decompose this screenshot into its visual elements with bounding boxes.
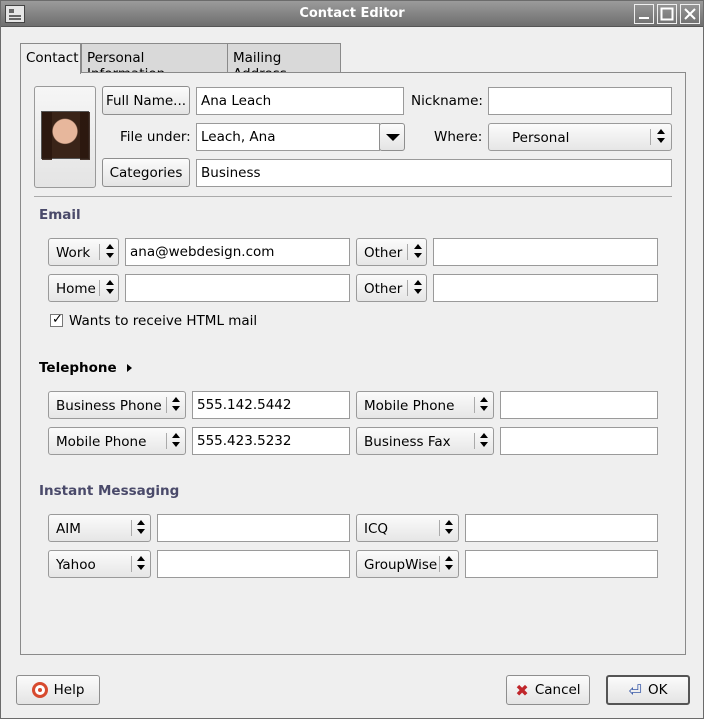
updown-arrows-icon (171, 431, 181, 451)
email-input-2[interactable] (433, 238, 658, 266)
im-input-3[interactable] (157, 550, 350, 578)
close-button[interactable] (680, 4, 700, 24)
im-type-value: ICQ (364, 521, 389, 537)
full-name-button[interactable]: Full Name... (102, 86, 190, 115)
help-button-label: Help (53, 682, 85, 698)
updown-arrows-icon (479, 395, 489, 415)
im-input-1[interactable] (157, 514, 350, 542)
ok-button-label: OK (647, 682, 668, 698)
updown-arrows-icon (413, 278, 423, 298)
maximize-button[interactable] (657, 4, 677, 24)
chevron-down-icon (386, 134, 400, 141)
im-section-title: Instant Messaging (39, 483, 180, 499)
email-type-value: Home (56, 281, 96, 297)
where-select-value: Personal (512, 130, 570, 146)
updown-arrows-icon (136, 518, 146, 538)
im-type-value: Yahoo (56, 557, 96, 573)
im-type-select-3[interactable]: Yahoo (48, 550, 151, 578)
telephone-section-title[interactable]: Telephone (39, 360, 117, 376)
updown-arrows-icon (105, 242, 115, 262)
phone-input-2[interactable] (500, 391, 658, 419)
phone-type-value: Mobile Phone (364, 398, 455, 414)
window-title: Contact Editor (299, 6, 405, 21)
tab-mailing-address[interactable]: Mailing Address (227, 43, 341, 82)
ok-button[interactable]: ⏎ OK (606, 675, 690, 705)
file-under-dropdown-button[interactable] (379, 123, 405, 151)
updown-arrows-icon (105, 278, 115, 298)
im-type-value: AIM (56, 521, 81, 537)
phone-type-value: Business Fax (364, 434, 451, 450)
minimize-button[interactable] (634, 4, 654, 24)
phone-type-value: Business Phone (56, 398, 162, 414)
section-divider (34, 196, 672, 197)
expander-arrow-icon[interactable] (127, 364, 132, 372)
cancel-button-label: Cancel (534, 682, 581, 698)
email-type-select-2[interactable]: Other (356, 238, 427, 266)
phone-input-3[interactable]: 555.423.5232 (192, 427, 350, 455)
contact-photo-button[interactable] (34, 86, 96, 188)
contact-photo (41, 111, 90, 160)
file-under-input[interactable]: Leach, Ana (196, 123, 380, 151)
email-type-value: Work (56, 245, 91, 261)
phone-type-select-2[interactable]: Mobile Phone (356, 391, 494, 419)
email-input-1[interactable]: ana@webdesign.com (125, 238, 350, 266)
im-input-4[interactable] (465, 550, 658, 578)
updown-arrows-icon (444, 554, 454, 574)
updown-arrows-icon (136, 554, 146, 574)
phone-input-4[interactable] (500, 427, 658, 455)
email-type-value: Other (364, 281, 403, 297)
maximize-icon (660, 7, 674, 21)
enter-arrow-icon: ⏎ (628, 680, 642, 700)
minimize-icon (639, 17, 649, 19)
im-input-2[interactable] (465, 514, 658, 542)
where-select[interactable]: Personal (488, 123, 672, 151)
email-type-select-4[interactable]: Other (356, 274, 427, 302)
updown-arrows-icon (413, 242, 423, 262)
email-type-value: Other (364, 245, 403, 261)
nickname-label: Nickname: (411, 93, 483, 109)
cancel-x-icon: ✖ (515, 680, 529, 700)
tab-personal-information[interactable]: Personal Information (81, 43, 228, 82)
phone-type-select-4[interactable]: Business Fax (356, 427, 494, 455)
file-under-label: File under: (120, 129, 191, 145)
cancel-button[interactable]: ✖ Cancel (506, 675, 590, 705)
updown-arrows-icon (479, 431, 489, 451)
html-mail-checkbox[interactable] (50, 312, 63, 327)
phone-type-select-1[interactable]: Business Phone (48, 391, 186, 419)
contact-editor-window: Contact Editor Contact Personal Informat… (0, 0, 704, 719)
lifebuoy-icon (31, 682, 48, 698)
updown-arrows-icon (444, 518, 454, 538)
html-mail-label[interactable]: Wants to receive HTML mail (69, 313, 257, 329)
email-input-4[interactable] (433, 274, 658, 302)
full-name-input[interactable]: Ana Leach (196, 87, 404, 115)
where-label: Where: (434, 129, 483, 145)
nickname-input[interactable] (488, 87, 672, 115)
email-section-title: Email (39, 207, 81, 223)
im-type-value: GroupWise (364, 557, 438, 573)
updown-arrows-icon (171, 395, 181, 415)
close-icon (684, 8, 696, 20)
tab-contact[interactable]: Contact (20, 43, 81, 74)
im-type-select-1[interactable]: AIM (48, 514, 151, 542)
phone-type-value: Mobile Phone (56, 434, 147, 450)
updown-arrows-icon (656, 127, 666, 147)
categories-input[interactable]: Business (196, 159, 672, 187)
phone-input-1[interactable]: 555.142.5442 (192, 391, 350, 419)
im-type-select-4[interactable]: GroupWise (356, 550, 459, 578)
email-input-3[interactable] (125, 274, 350, 302)
title-bar: Contact Editor (1, 1, 703, 27)
categories-button[interactable]: Categories (102, 158, 190, 187)
im-type-select-2[interactable]: ICQ (356, 514, 459, 542)
help-button[interactable]: Help (16, 675, 100, 705)
phone-type-select-3[interactable]: Mobile Phone (48, 427, 186, 455)
email-type-select-3[interactable]: Home (48, 274, 119, 302)
email-type-select-1[interactable]: Work (48, 238, 119, 266)
